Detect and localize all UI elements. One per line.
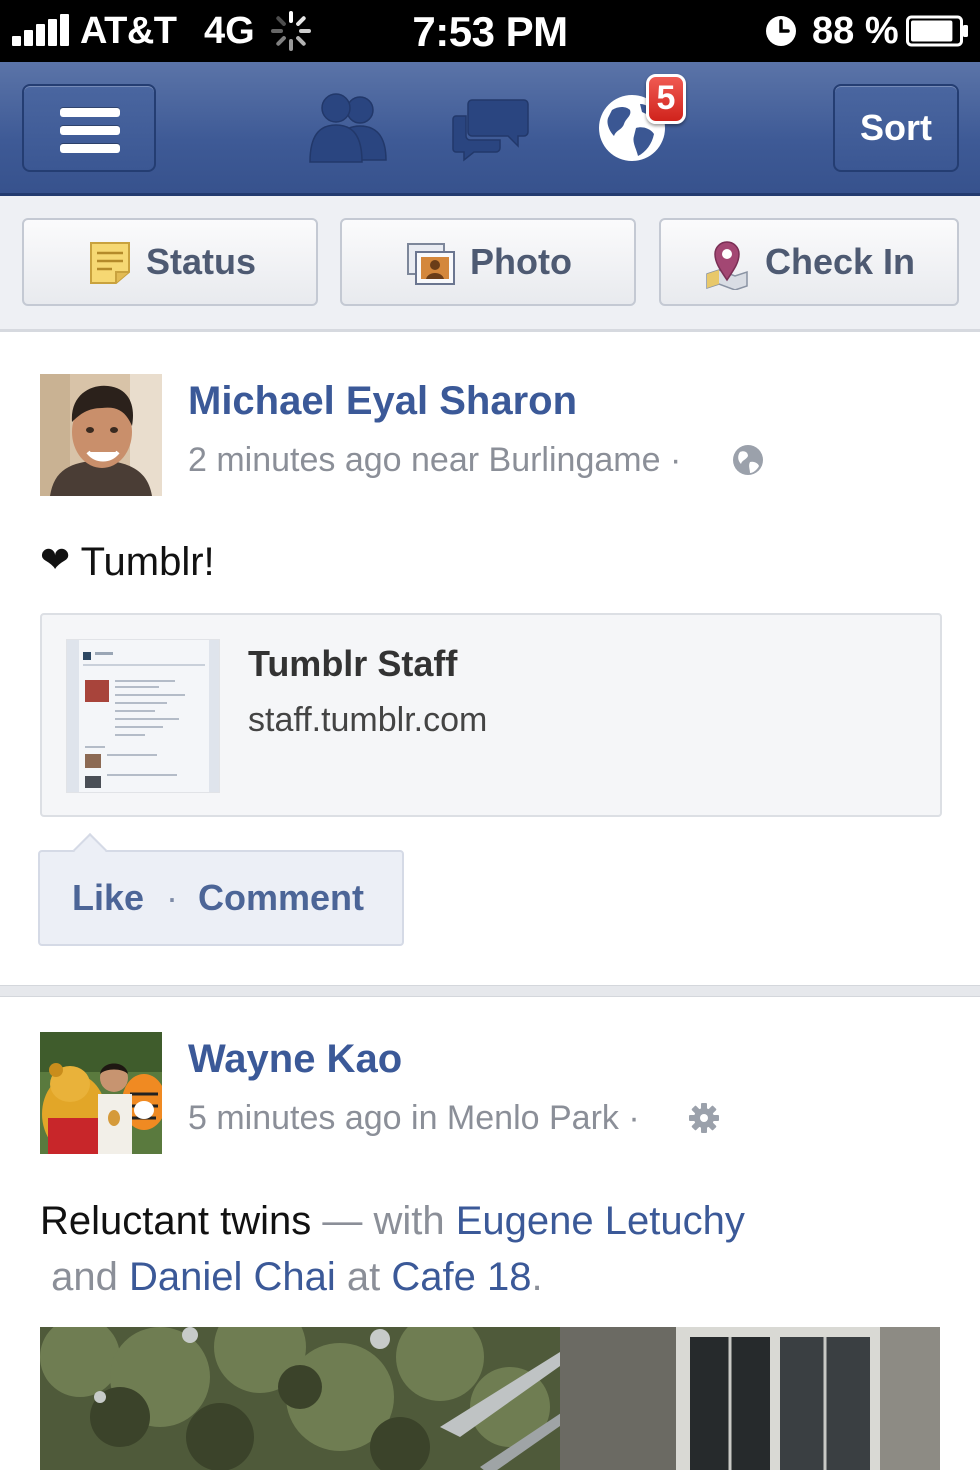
tagged-friend-link[interactable]: Daniel Chai — [129, 1255, 336, 1299]
link-title: Tumblr Staff — [248, 643, 458, 684]
photo-button-label: Photo — [470, 241, 572, 282]
photo-button[interactable]: Photo — [340, 218, 636, 306]
messages-icon[interactable] — [452, 96, 530, 162]
post-message: ❤ Tumblr! — [40, 539, 215, 585]
activity-spinner-icon — [271, 11, 311, 51]
friend-requests-icon[interactable] — [306, 92, 390, 164]
post-message-text: Tumblr! — [80, 540, 215, 584]
facebook-top-bar: Sort — [0, 62, 980, 196]
check-in-button-label: Check In — [765, 241, 916, 282]
at-connector: at — [335, 1255, 392, 1299]
check-in-button[interactable]: Check In — [659, 218, 959, 306]
post-author-name[interactable]: Wayne Kao — [188, 1037, 402, 1082]
tagged-friend-link[interactable]: Eugene Letuchy — [456, 1199, 745, 1243]
heart-icon: ❤ — [40, 539, 71, 580]
comment-button[interactable]: Comment — [198, 852, 364, 944]
photo-frames-icon — [407, 243, 455, 285]
network-type: 4G — [204, 10, 255, 52]
hamburger-menu-icon — [60, 106, 120, 154]
and-connector: and — [40, 1255, 129, 1299]
like-button[interactable]: Like — [72, 852, 144, 944]
avatar[interactable] — [40, 1032, 162, 1154]
story-actions-bar: Like · Comment — [38, 833, 404, 946]
gear-icon — [689, 1103, 719, 1133]
ios-status-bar: AT&T 4G 7:53 PM 88 % — [0, 0, 980, 62]
post-timestamp-location[interactable]: 5 minutes ago in Menlo Park · — [188, 1099, 640, 1138]
link-url: staff.tumblr.com — [248, 701, 488, 739]
battery-icon — [906, 15, 968, 47]
composer-action-bar: Status Photo Check In — [0, 196, 980, 332]
actions-separator: · — [166, 877, 178, 918]
status-button-label: Status — [146, 241, 257, 282]
facebook-app-screen: AT&T 4G 7:53 PM 88 % Sort 5 Status Photo… — [0, 0, 980, 1470]
link-thumbnail-image — [66, 639, 220, 793]
post-author-name[interactable]: Michael Eyal Sharon — [188, 379, 577, 424]
status-note-icon — [90, 242, 130, 284]
post-message-text: Reluctant twins — [40, 1199, 312, 1243]
sort-button[interactable]: Sort — [833, 84, 959, 172]
location-pin-map-icon — [706, 241, 748, 290]
with-connector: — with — [311, 1199, 456, 1243]
notification-count-badge: 5 — [646, 74, 686, 124]
post-message: Reluctant twins — with Eugene Letuchy an… — [40, 1193, 940, 1305]
story-divider — [0, 985, 980, 997]
avatar[interactable] — [40, 374, 162, 496]
carrier-name: AT&T — [80, 10, 177, 52]
shared-link-card[interactable]: Tumblr Staff staff.tumblr.com — [40, 613, 942, 817]
battery-percentage: 88 % — [812, 10, 899, 52]
menu-button[interactable] — [22, 84, 156, 172]
globe-icon — [733, 445, 763, 475]
news-feed: Michael Eyal Sharon 2 minutes ago near B… — [0, 335, 980, 1470]
alarm-clock-icon — [766, 16, 796, 46]
status-button[interactable]: Status — [22, 218, 318, 306]
post-timestamp-location[interactable]: 2 minutes ago near Burlingame · — [188, 441, 681, 480]
place-link[interactable]: Cafe 18 — [391, 1255, 531, 1299]
post-photo[interactable] — [40, 1327, 940, 1470]
signal-strength-icon — [12, 14, 72, 46]
caption-period: . — [531, 1255, 543, 1299]
